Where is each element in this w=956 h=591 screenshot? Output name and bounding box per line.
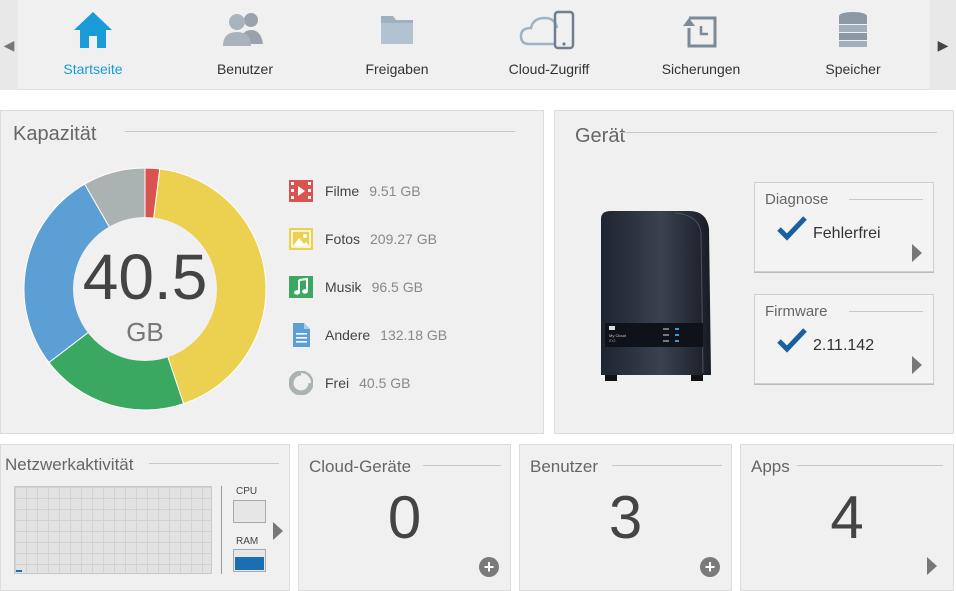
nas-device-image: My Cloud EX2 — [601, 211, 711, 381]
graph-divider — [221, 486, 222, 574]
cloud-devices-count: 0 — [387, 484, 422, 551]
users-title: Benutzer — [530, 457, 599, 476]
document-icon — [293, 323, 310, 347]
network-title: Netzwerkaktivität — [5, 455, 134, 474]
ram-meter-fill — [235, 557, 264, 570]
nav-item-cloud-zugriff[interactable]: Cloud-Zugriff — [474, 6, 624, 86]
chevron-right-icon[interactable] — [912, 244, 922, 262]
title-divider — [621, 132, 937, 133]
chevron-left-icon: ◀ — [3, 36, 15, 53]
nav-scroll-right-button[interactable]: ▶ — [930, 0, 956, 90]
nav-item-startseite[interactable]: Startseite — [18, 6, 168, 86]
legend-name: Musik — [325, 279, 362, 295]
home-icon — [74, 12, 112, 48]
diagnose-card[interactable]: Diagnose Fehlerfrei — [754, 182, 934, 272]
chevron-right-icon[interactable] — [273, 522, 283, 540]
device-title: Gerät — [575, 125, 626, 147]
firmware-title: Firmware — [765, 303, 828, 320]
firmware-value: 2.11.142 — [813, 337, 875, 354]
nav-scroll-left-button[interactable]: ◀ — [0, 0, 18, 90]
add-cloud-device-button[interactable]: + — [479, 557, 499, 577]
device-panel: Gerät My Cloud EX2 Diagnose Fehlerfrei F… — [554, 110, 954, 434]
legend-item-filme: Filme 9.51 GB — [289, 178, 421, 204]
add-user-button[interactable]: + — [700, 557, 720, 577]
legend-name: Filme — [325, 183, 360, 199]
nav-item-benutzer[interactable]: Benutzer — [170, 6, 320, 86]
ram-meter — [233, 549, 266, 572]
nav-item-speicher[interactable]: Speicher — [778, 6, 928, 86]
cloud-devices-panel: Cloud-Geräte 0 + — [298, 444, 511, 591]
legend-name: Andere — [325, 327, 371, 343]
legend-value: 96.5 GB — [371, 279, 423, 295]
legend-value: 40.5 GB — [359, 375, 411, 391]
top-navigation: ◀ ▶ Startseite Benutzer Freigaben Cloud-… — [0, 0, 956, 90]
firmware-card[interactable]: Firmware 2.11.142 — [754, 294, 934, 384]
capacity-panel: Kapazität 40.5 GB Filme 9.51 GB Fotos 20… — [0, 110, 544, 434]
title-divider — [149, 463, 279, 464]
free-capacity-value: 40.5 — [82, 241, 208, 313]
title-divider — [423, 465, 501, 466]
users-count: 3 — [608, 484, 643, 551]
nav-label: Sicherungen — [661, 61, 741, 77]
cpu-label: CPU — [236, 486, 258, 497]
chevron-right-icon: ▶ — [937, 36, 949, 53]
plus-icon: + — [704, 557, 716, 577]
nav-label: Speicher — [825, 61, 881, 77]
legend-value: 132.18 GB — [380, 327, 448, 343]
activity-line — [16, 570, 22, 572]
legend-value: 9.51 GB — [369, 183, 421, 199]
nav-label: Startseite — [63, 61, 123, 77]
ram-label: RAM — [236, 536, 259, 547]
legend-value: 209.27 GB — [370, 231, 437, 247]
diagnose-title: Diagnose — [765, 191, 829, 208]
legend-item-andere: Andere 132.18 GB — [289, 322, 447, 348]
apps-panel: Apps 4 — [740, 444, 954, 591]
nav-item-freigaben[interactable]: Freigaben — [322, 6, 472, 86]
legend-name: Frei — [325, 375, 350, 391]
cloud-devices-title: Cloud-Geräte — [309, 457, 412, 476]
nas-label-line1: My Cloud — [609, 333, 626, 338]
cpu-meter — [233, 500, 266, 523]
title-divider — [125, 131, 515, 132]
check-icon — [777, 328, 807, 353]
chevron-right-icon[interactable] — [912, 356, 922, 374]
apps-title: Apps — [751, 457, 790, 476]
backup-icon — [683, 16, 717, 48]
storage-icon — [839, 12, 867, 47]
legend-item-fotos: Fotos 209.27 GB — [289, 226, 437, 252]
pie-icon — [289, 371, 313, 395]
chevron-right-icon[interactable] — [927, 557, 937, 575]
music-icon — [289, 276, 313, 298]
card-divider — [849, 311, 923, 312]
users-icon — [223, 13, 263, 46]
title-divider — [612, 465, 722, 466]
free-capacity-unit: GB — [126, 317, 164, 347]
plus-icon: + — [483, 557, 495, 577]
apps-count: 4 — [830, 484, 864, 551]
nav-label: Freigaben — [365, 61, 429, 77]
capacity-title: Kapazität — [13, 123, 97, 145]
folder-icon — [381, 16, 413, 44]
photo-icon — [289, 228, 313, 250]
legend-item-frei: Frei 40.5 GB — [289, 370, 411, 396]
network-activity-graph — [14, 486, 212, 574]
card-divider — [849, 199, 923, 200]
legend-name: Fotos — [325, 231, 361, 247]
title-divider — [797, 465, 943, 466]
nav-item-sicherungen[interactable]: Sicherungen — [626, 6, 776, 86]
check-icon — [777, 216, 807, 241]
network-panel: Netzwerkaktivität CPU RAM — [0, 444, 290, 591]
nav-label: Cloud-Zugriff — [508, 61, 590, 77]
diagnose-value: Fehlerfrei — [813, 225, 881, 242]
legend-item-musik: Musik 96.5 GB — [289, 274, 423, 300]
cloud-device-icon — [519, 10, 575, 50]
users-panel: Benutzer 3 + — [519, 444, 732, 591]
nas-label-line2: EX2 — [609, 339, 616, 343]
nav-label: Benutzer — [216, 61, 274, 77]
film-icon — [289, 180, 313, 202]
